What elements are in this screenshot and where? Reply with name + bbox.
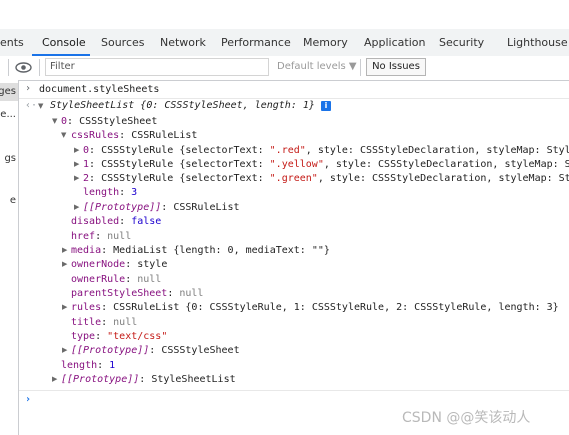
collapse-triangle-icon[interactable]: ▶ xyxy=(74,203,79,211)
sidebar-item-warnings[interactable]: gs xyxy=(4,153,16,164)
expand-triangle-icon[interactable]: ▼ xyxy=(61,131,66,139)
tab-network[interactable]: Network xyxy=(160,36,206,49)
eye-icon[interactable] xyxy=(15,62,32,73)
collapse-triangle-icon[interactable]: ▶ xyxy=(62,260,67,268)
rules-line[interactable]: rules: CSSRuleList {0: CSSStyleRule, 1: … xyxy=(71,302,559,314)
console-output: › document.styleSheets ‹· ▼ StyleSheetLi… xyxy=(19,80,569,435)
tab-elements[interactable]: ents xyxy=(0,36,24,49)
disabled-line: disabled: false xyxy=(71,216,162,227)
parentstylesheet-line: parentStyleSheet: null xyxy=(71,288,204,299)
console-input-command: document.styleSheets xyxy=(39,84,160,95)
default-levels-dropdown[interactable]: Default levels ▼ xyxy=(277,61,357,72)
rule-1-line[interactable]: 1: CSSStyleRule {selectorText: ".yellow"… xyxy=(83,159,569,171)
toolbar-divider xyxy=(360,59,361,76)
toolbar-divider xyxy=(39,59,40,76)
href-line: href: null xyxy=(71,231,132,242)
sidebar-item-messages[interactable]: ges xyxy=(0,86,16,97)
console-sidebar: ges e... gs e xyxy=(0,80,19,435)
no-issues-button[interactable]: No Issues xyxy=(366,58,426,76)
collapse-triangle-icon[interactable]: ▶ xyxy=(62,246,67,254)
console-prompt-icon[interactable]: › xyxy=(25,394,31,406)
rule-2-line[interactable]: 2: CSSStyleRule {selectorText: ".green",… xyxy=(83,173,569,185)
console-toolbar: Filter Default levels ▼ No Issues xyxy=(0,56,569,81)
tab-sources[interactable]: Sources xyxy=(101,36,145,49)
input-prompt-icon: › xyxy=(25,83,32,94)
entry-divider xyxy=(19,98,569,99)
sidebar-item-verbose[interactable]: e xyxy=(10,195,16,206)
tab-memory[interactable]: Memory xyxy=(303,36,348,49)
rules-length-line: length: 3 xyxy=(83,187,138,198)
tab-application[interactable]: Application xyxy=(364,36,425,49)
sheet-prototype-line[interactable]: [[Prototype]]: CSSStyleSheet xyxy=(71,345,240,357)
rules-prototype-line[interactable]: [[Prototype]]: CSSRuleList xyxy=(83,202,240,214)
media-line[interactable]: media: MediaList {length: 0, mediaText: … xyxy=(71,245,330,257)
tab-console[interactable]: Console xyxy=(42,36,86,49)
expand-triangle-icon[interactable]: ▼ xyxy=(52,117,57,125)
tab-lighthouse[interactable]: Lighthouse xyxy=(507,36,568,49)
type-line: type: "text/css" xyxy=(71,331,168,342)
cssrules-label[interactable]: cssRules: CSSRuleList xyxy=(71,130,197,142)
result-arrow-icon: ‹· xyxy=(25,100,38,111)
info-icon[interactable]: i xyxy=(320,101,331,111)
sidebar-item-user-messages[interactable]: e... xyxy=(0,109,16,120)
collapse-triangle-icon[interactable]: ▶ xyxy=(74,160,79,168)
collapse-triangle-icon[interactable]: ▶ xyxy=(74,146,79,154)
title-line: title: null xyxy=(71,317,138,328)
collapse-triangle-icon[interactable]: ▶ xyxy=(52,375,57,383)
collapse-triangle-icon[interactable]: ▶ xyxy=(62,303,67,311)
ownerrule-line: ownerRule: null xyxy=(71,274,162,285)
csdn-watermark: CSDN @@笑该动人 xyxy=(402,410,531,426)
list-length-line: length: 1 xyxy=(61,360,116,371)
tab-security[interactable]: Security xyxy=(439,36,484,49)
tab-performance[interactable]: Performance xyxy=(221,36,291,49)
filter-input[interactable]: Filter xyxy=(45,58,269,76)
toolbar-divider xyxy=(8,59,9,76)
collapse-triangle-icon[interactable]: ▶ xyxy=(62,346,67,354)
collapse-triangle-icon[interactable]: ▶ xyxy=(74,174,79,182)
expand-triangle-icon[interactable]: ▼ xyxy=(38,102,43,110)
rule-0-line[interactable]: 0: CSSStyleRule {selectorText: ".red", s… xyxy=(83,145,569,157)
stylesheet-list-summary[interactable]: StyleSheetList {0: CSSStyleSheet, length… xyxy=(50,100,331,112)
entry-divider xyxy=(19,390,569,391)
sheet-0-label[interactable]: 0: CSSStyleSheet xyxy=(61,116,157,128)
devtools-tab-bar: ents Console Sources Network Performance… xyxy=(0,29,569,57)
ownernode-line[interactable]: ownerNode: style xyxy=(71,259,167,271)
list-prototype-line[interactable]: [[Prototype]]: StyleSheetList xyxy=(61,374,236,386)
